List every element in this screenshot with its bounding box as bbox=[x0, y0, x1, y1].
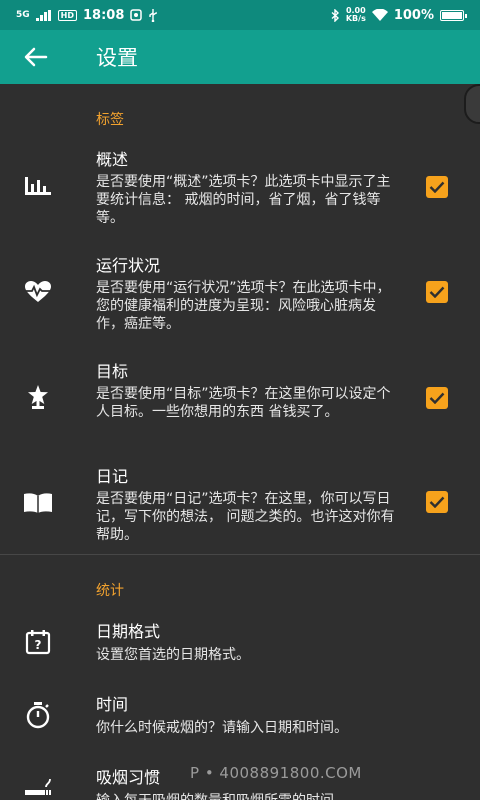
open-book-icon bbox=[21, 486, 55, 520]
usb-icon bbox=[149, 8, 158, 22]
setting-item-title: 吸烟习惯 bbox=[96, 768, 161, 787]
health-checkbox[interactable] bbox=[426, 281, 448, 303]
notification-icon bbox=[130, 9, 143, 21]
page-title: 设置 bbox=[96, 46, 138, 70]
battery-icon bbox=[440, 9, 467, 21]
network-speed: 0.00 KB/s bbox=[345, 6, 366, 23]
check-icon bbox=[429, 181, 445, 193]
hd-badge: HD bbox=[57, 9, 77, 21]
watermark-text: P • 4008891800.COM bbox=[190, 764, 362, 782]
goals-checkbox[interactable] bbox=[426, 387, 448, 409]
setting-item-title: 日期格式 bbox=[96, 622, 161, 641]
setting-item-health[interactable]: 运行状况 是否要使用“运行状况”选项卡？在此选项卡中，您的健康福利的进度为呈现：… bbox=[0, 256, 480, 336]
setting-item-title: 目标 bbox=[96, 362, 129, 381]
signal-icon bbox=[35, 9, 51, 21]
status-time: 18:08 bbox=[83, 7, 125, 23]
svg-text:?: ? bbox=[35, 638, 42, 652]
setting-item-title: 时间 bbox=[96, 695, 129, 714]
setting-item-desc: 是否要使用“概述”选项卡？此选项卡中显示了主要统计信息： 戒烟的时间，省了烟，省… bbox=[96, 174, 391, 226]
heart-pulse-icon bbox=[21, 275, 55, 309]
check-icon bbox=[429, 496, 445, 508]
check-icon bbox=[429, 392, 445, 404]
section-title-tabs: 标签 bbox=[96, 112, 124, 128]
setting-item-desc: 是否要使用“日记”选项卡？在这里，你可以写日记，写下你的想法， 问题之类的。也许… bbox=[96, 491, 395, 543]
scroll-handle[interactable] bbox=[464, 84, 480, 124]
setting-item-title: 运行状况 bbox=[96, 256, 161, 275]
wifi-icon bbox=[371, 9, 388, 21]
check-icon bbox=[429, 286, 445, 298]
section-title-stats: 统计 bbox=[96, 583, 124, 599]
setting-item-desc: 设置您首选的日期格式。 bbox=[96, 647, 250, 663]
battery-percent: 100% bbox=[393, 7, 434, 23]
back-button[interactable] bbox=[24, 47, 54, 67]
app-bar: 设置 bbox=[0, 30, 480, 84]
setting-item-title: 日记 bbox=[96, 467, 129, 486]
settings-list[interactable]: 标签 概述 是否要使用“概述”选项卡？此选项卡中显示了主要统计信息： 戒烟的时间… bbox=[0, 84, 480, 800]
stopwatch-icon bbox=[21, 698, 55, 732]
overview-checkbox[interactable] bbox=[426, 176, 448, 198]
setting-item-desc: 你什么时候戒烟的？请输入日期和时间。 bbox=[96, 720, 348, 736]
section-divider bbox=[0, 554, 480, 555]
setting-item-desc: 是否要使用“目标”选项卡？在这里你可以设定个人目标。一些你想用的东西 省钱买了。 bbox=[96, 386, 391, 420]
network-type: 5G bbox=[16, 9, 30, 20]
setting-item-goals[interactable]: 目标 是否要使用“目标”选项卡？在这里你可以设定个人目标。一些你想用的东西 省钱… bbox=[0, 362, 480, 442]
bar-chart-icon bbox=[21, 169, 55, 203]
setting-item-overview[interactable]: 概述 是否要使用“概述”选项卡？此选项卡中显示了主要统计信息： 戒烟的时间，省了… bbox=[0, 150, 480, 230]
bluetooth-icon bbox=[331, 8, 339, 22]
setting-item-desc: 输入每天吸烟的数量和吸烟所需的时间 bbox=[96, 792, 400, 800]
setting-item-time[interactable]: 时间 你什么时候戒烟的？请输入日期和时间。 bbox=[0, 695, 480, 741]
setting-item-title: 概述 bbox=[96, 150, 129, 169]
status-bar: 5G HD 18:08 0.00 KB/s 100% bbox=[0, 0, 480, 30]
cigarette-icon bbox=[21, 770, 55, 800]
calendar-question-icon: ? bbox=[21, 625, 55, 659]
star-trophy-icon bbox=[21, 380, 55, 414]
arrow-left-icon bbox=[24, 47, 48, 67]
diary-checkbox[interactable] bbox=[426, 491, 448, 513]
setting-item-date-format[interactable]: ? 日期格式 设置您首选的日期格式。 bbox=[0, 622, 480, 668]
setting-item-diary[interactable]: 日记 是否要使用“日记”选项卡？在这里，你可以写日记，写下你的想法， 问题之类的… bbox=[0, 467, 480, 547]
setting-item-desc: 是否要使用“运行状况”选项卡？在此选项卡中，您的健康福利的进度为呈现：风险哦心脏… bbox=[96, 280, 391, 332]
